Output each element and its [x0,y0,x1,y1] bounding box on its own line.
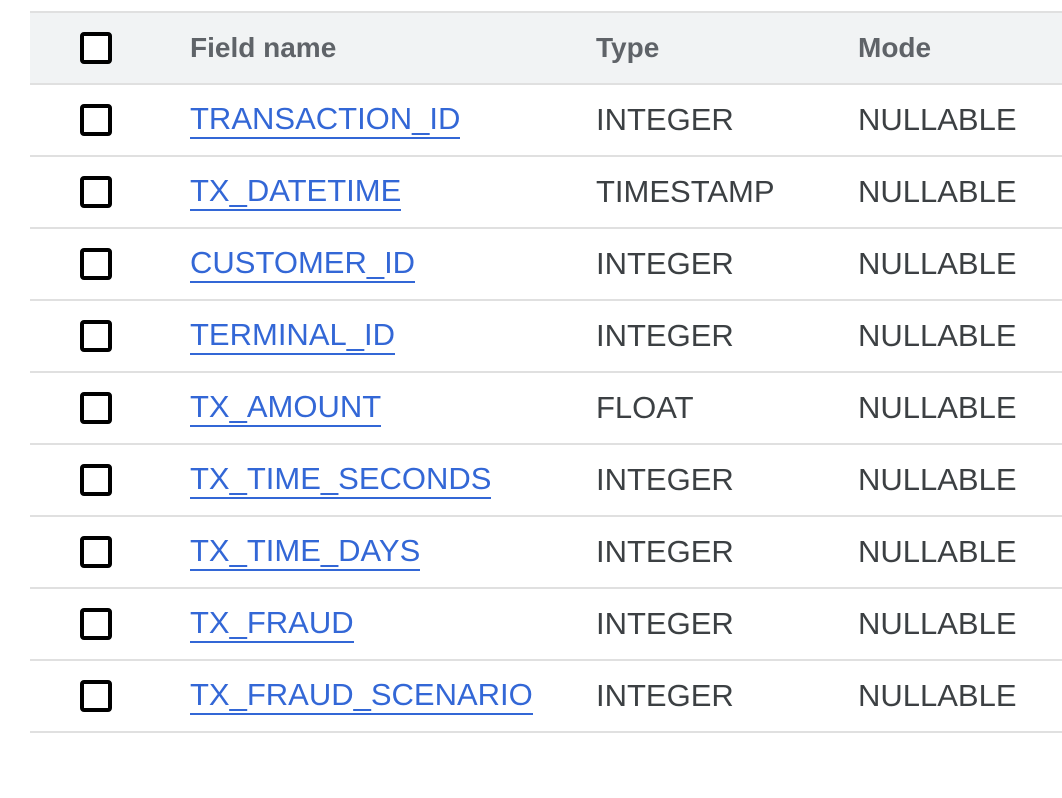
field-name-link[interactable]: TX_FRAUD_SCENARIO [190,677,533,715]
field-mode: NULLABLE [858,678,1017,713]
table-row: TX_AMOUNT FLOAT NULLABLE [30,373,1062,445]
field-mode: NULLABLE [858,462,1017,497]
row-checkbox[interactable] [80,248,112,280]
field-name-link[interactable]: TERMINAL_ID [190,317,395,355]
table-row: TX_TIME_DAYS INTEGER NULLABLE [30,517,1062,589]
field-type: INTEGER [596,318,734,353]
field-type: INTEGER [596,102,734,137]
field-mode: NULLABLE [858,606,1017,641]
field-type: INTEGER [596,606,734,641]
field-type: TIMESTAMP [596,174,775,209]
field-name-link[interactable]: TX_AMOUNT [190,389,382,427]
field-mode: NULLABLE [858,102,1017,137]
column-header-field-name[interactable]: Field name [190,32,336,64]
field-type: INTEGER [596,246,734,281]
row-checkbox[interactable] [80,392,112,424]
field-name-link[interactable]: TX_TIME_SECONDS [190,461,492,499]
field-name-link[interactable]: TX_DATETIME [190,173,402,211]
select-all-checkbox[interactable] [80,32,112,64]
field-type: INTEGER [596,462,734,497]
table-row: TX_DATETIME TIMESTAMP NULLABLE [30,157,1062,229]
field-mode: NULLABLE [858,318,1017,353]
table-row: TX_FRAUD INTEGER NULLABLE [30,589,1062,661]
table-row: CUSTOMER_ID INTEGER NULLABLE [30,229,1062,301]
field-mode: NULLABLE [858,246,1017,281]
schema-table: Field name Type Mode TRANSACTION_ID INTE… [30,11,1062,733]
row-checkbox[interactable] [80,536,112,568]
table-header: Field name Type Mode [30,11,1062,85]
row-checkbox[interactable] [80,608,112,640]
table-row: TRANSACTION_ID INTEGER NULLABLE [30,85,1062,157]
row-checkbox[interactable] [80,464,112,496]
field-type: INTEGER [596,534,734,569]
field-mode: NULLABLE [858,390,1017,425]
column-header-type[interactable]: Type [596,32,659,64]
table-row: TX_TIME_SECONDS INTEGER NULLABLE [30,445,1062,517]
table-row: TX_FRAUD_SCENARIO INTEGER NULLABLE [30,661,1062,733]
field-name-link[interactable]: TX_TIME_DAYS [190,533,421,571]
field-mode: NULLABLE [858,174,1017,209]
field-name-link[interactable]: TX_FRAUD [190,605,354,643]
column-header-mode[interactable]: Mode [858,32,931,64]
field-name-link[interactable]: TRANSACTION_ID [190,101,461,139]
row-checkbox[interactable] [80,320,112,352]
row-checkbox[interactable] [80,680,112,712]
field-mode: NULLABLE [858,534,1017,569]
row-checkbox[interactable] [80,104,112,136]
field-name-link[interactable]: CUSTOMER_ID [190,245,416,283]
table-row: TERMINAL_ID INTEGER NULLABLE [30,301,1062,373]
field-type: FLOAT [596,390,694,425]
field-type: INTEGER [596,678,734,713]
row-checkbox[interactable] [80,176,112,208]
